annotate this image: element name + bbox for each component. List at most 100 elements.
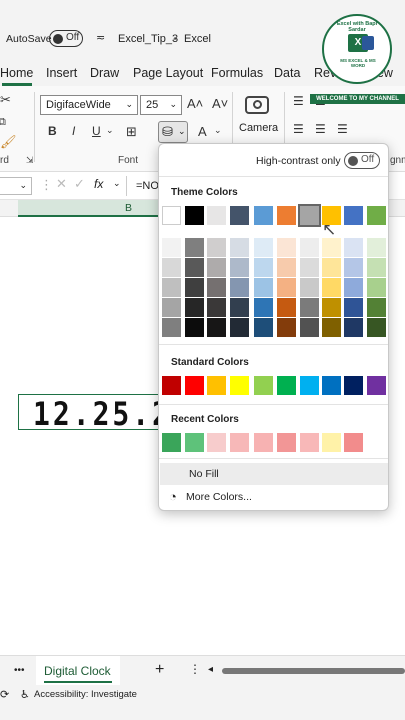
theme-shade-swatch[interactable] bbox=[277, 298, 296, 317]
theme-shade-swatch[interactable] bbox=[367, 258, 386, 277]
font-size-select[interactable]: 25 ⌄ bbox=[140, 95, 182, 115]
standard-color-swatch[interactable] bbox=[300, 376, 319, 395]
theme-shade-swatch[interactable] bbox=[277, 278, 296, 297]
theme-shade-swatch[interactable] bbox=[207, 238, 226, 257]
theme-shade-swatch[interactable] bbox=[277, 238, 296, 257]
scroll-left-icon[interactable]: ◂ bbox=[208, 664, 213, 675]
theme-shade-swatch[interactable] bbox=[300, 238, 319, 257]
theme-shade-swatch[interactable] bbox=[207, 298, 226, 317]
tab-formulas[interactable]: Formulas bbox=[211, 66, 263, 80]
dialog-launcher-icon[interactable]: ⇲ bbox=[26, 155, 34, 166]
chevron-down-icon[interactable]: ⌄ bbox=[106, 125, 114, 136]
theme-color-swatch[interactable] bbox=[207, 206, 226, 225]
tab-insert[interactable]: Insert bbox=[46, 66, 77, 80]
theme-shade-swatch[interactable] bbox=[322, 238, 341, 257]
theme-shade-swatch[interactable] bbox=[162, 318, 181, 337]
font-name-select[interactable]: DigifaceWide ⌄ bbox=[40, 95, 138, 115]
theme-shade-swatch[interactable] bbox=[162, 258, 181, 277]
recent-color-swatch[interactable] bbox=[300, 433, 319, 452]
theme-shade-swatch[interactable] bbox=[367, 278, 386, 297]
theme-shade-swatch[interactable] bbox=[367, 318, 386, 337]
standard-color-swatch[interactable] bbox=[230, 376, 249, 395]
cut-icon[interactable]: ✂ bbox=[0, 92, 11, 108]
recent-color-swatch[interactable] bbox=[162, 433, 181, 452]
theme-shade-swatch[interactable] bbox=[300, 278, 319, 297]
theme-shade-swatch[interactable] bbox=[207, 318, 226, 337]
standard-color-swatch[interactable] bbox=[367, 376, 386, 395]
theme-shade-swatch[interactable] bbox=[322, 298, 341, 317]
theme-shade-swatch[interactable] bbox=[300, 298, 319, 317]
tab-data[interactable]: Data bbox=[274, 66, 300, 80]
copy-icon[interactable]: ⧉ bbox=[0, 116, 6, 129]
theme-shade-swatch[interactable] bbox=[185, 298, 204, 317]
horizontal-scrollbar[interactable] bbox=[222, 668, 405, 674]
align-center-icon[interactable]: ☰ bbox=[315, 122, 326, 136]
recent-color-swatch[interactable] bbox=[185, 433, 204, 452]
more-options-icon[interactable]: ⋮ bbox=[189, 662, 201, 676]
theme-shade-swatch[interactable] bbox=[322, 278, 341, 297]
theme-shade-swatch[interactable] bbox=[230, 298, 249, 317]
align-left-icon[interactable]: ☰ bbox=[293, 122, 304, 136]
standard-color-swatch[interactable] bbox=[322, 376, 341, 395]
sheet-tab-digital-clock[interactable]: Digital Clock bbox=[36, 656, 120, 686]
theme-shade-swatch[interactable] bbox=[185, 278, 204, 297]
standard-color-swatch[interactable] bbox=[344, 376, 363, 395]
format-painter-icon[interactable]: 🖌 bbox=[0, 134, 17, 150]
theme-shade-swatch[interactable] bbox=[162, 298, 181, 317]
theme-color-swatch[interactable] bbox=[298, 204, 321, 227]
recent-color-swatch[interactable] bbox=[207, 433, 226, 452]
theme-shade-swatch[interactable] bbox=[254, 238, 273, 257]
standard-color-swatch[interactable] bbox=[185, 376, 204, 395]
add-sheet-button[interactable]: + bbox=[155, 661, 164, 679]
no-fill-option[interactable]: No Fill bbox=[160, 463, 388, 485]
column-header-b[interactable]: B bbox=[18, 200, 163, 217]
theme-shade-swatch[interactable] bbox=[162, 278, 181, 297]
theme-shade-swatch[interactable] bbox=[207, 258, 226, 277]
theme-shade-swatch[interactable] bbox=[300, 258, 319, 277]
theme-shade-swatch[interactable] bbox=[254, 298, 273, 317]
theme-shade-swatch[interactable] bbox=[322, 258, 341, 277]
theme-color-swatch[interactable] bbox=[367, 206, 386, 225]
theme-color-swatch[interactable] bbox=[162, 206, 181, 225]
theme-color-swatch[interactable] bbox=[254, 206, 273, 225]
font-color-button[interactable]: A bbox=[198, 124, 207, 139]
theme-shade-swatch[interactable] bbox=[162, 238, 181, 257]
tab-home[interactable]: Home bbox=[0, 66, 33, 80]
more-colors-option[interactable]: More Colors... bbox=[186, 491, 252, 503]
recent-color-swatch[interactable] bbox=[322, 433, 341, 452]
tab-draw[interactable]: Draw bbox=[90, 66, 119, 80]
accessibility-icon[interactable]: ♿ bbox=[20, 688, 30, 701]
theme-shade-swatch[interactable] bbox=[277, 258, 296, 277]
standard-color-swatch[interactable] bbox=[162, 376, 181, 395]
theme-shade-swatch[interactable] bbox=[367, 298, 386, 317]
autosave-toggle[interactable]: Off bbox=[49, 30, 83, 47]
theme-color-swatch[interactable] bbox=[277, 206, 296, 225]
theme-shade-swatch[interactable] bbox=[185, 258, 204, 277]
more-sheets-button[interactable]: ••• bbox=[14, 665, 25, 676]
recent-color-swatch[interactable] bbox=[277, 433, 296, 452]
insert-function-button[interactable]: fx bbox=[94, 177, 103, 191]
theme-shade-swatch[interactable] bbox=[344, 278, 363, 297]
theme-shade-swatch[interactable] bbox=[344, 238, 363, 257]
theme-color-swatch[interactable] bbox=[322, 206, 341, 225]
recent-color-swatch[interactable] bbox=[230, 433, 249, 452]
name-box[interactable]: ⌄ bbox=[0, 177, 32, 195]
theme-shade-swatch[interactable] bbox=[344, 298, 363, 317]
shrink-font-button[interactable]: A˅ bbox=[212, 96, 228, 111]
theme-shade-swatch[interactable] bbox=[185, 238, 204, 257]
italic-button[interactable]: I bbox=[72, 124, 75, 138]
theme-color-swatch[interactable] bbox=[344, 206, 363, 225]
theme-shade-swatch[interactable] bbox=[254, 278, 273, 297]
theme-color-swatch[interactable] bbox=[185, 206, 204, 225]
more-options-icon[interactable]: ⋮ bbox=[40, 177, 53, 193]
customize-toolbar-icon[interactable]: ≂ bbox=[96, 31, 105, 44]
high-contrast-toggle[interactable]: Off bbox=[344, 152, 380, 169]
bold-button[interactable]: B bbox=[48, 124, 57, 138]
align-right-icon[interactable]: ☰ bbox=[337, 122, 348, 136]
theme-shade-swatch[interactable] bbox=[344, 318, 363, 337]
camera-icon[interactable] bbox=[245, 96, 269, 114]
theme-shade-swatch[interactable] bbox=[230, 318, 249, 337]
standard-color-swatch[interactable] bbox=[207, 376, 226, 395]
align-top-icon[interactable]: ☰ bbox=[293, 94, 304, 108]
digital-clock-cell[interactable]: 12.25.25 bbox=[18, 394, 168, 430]
